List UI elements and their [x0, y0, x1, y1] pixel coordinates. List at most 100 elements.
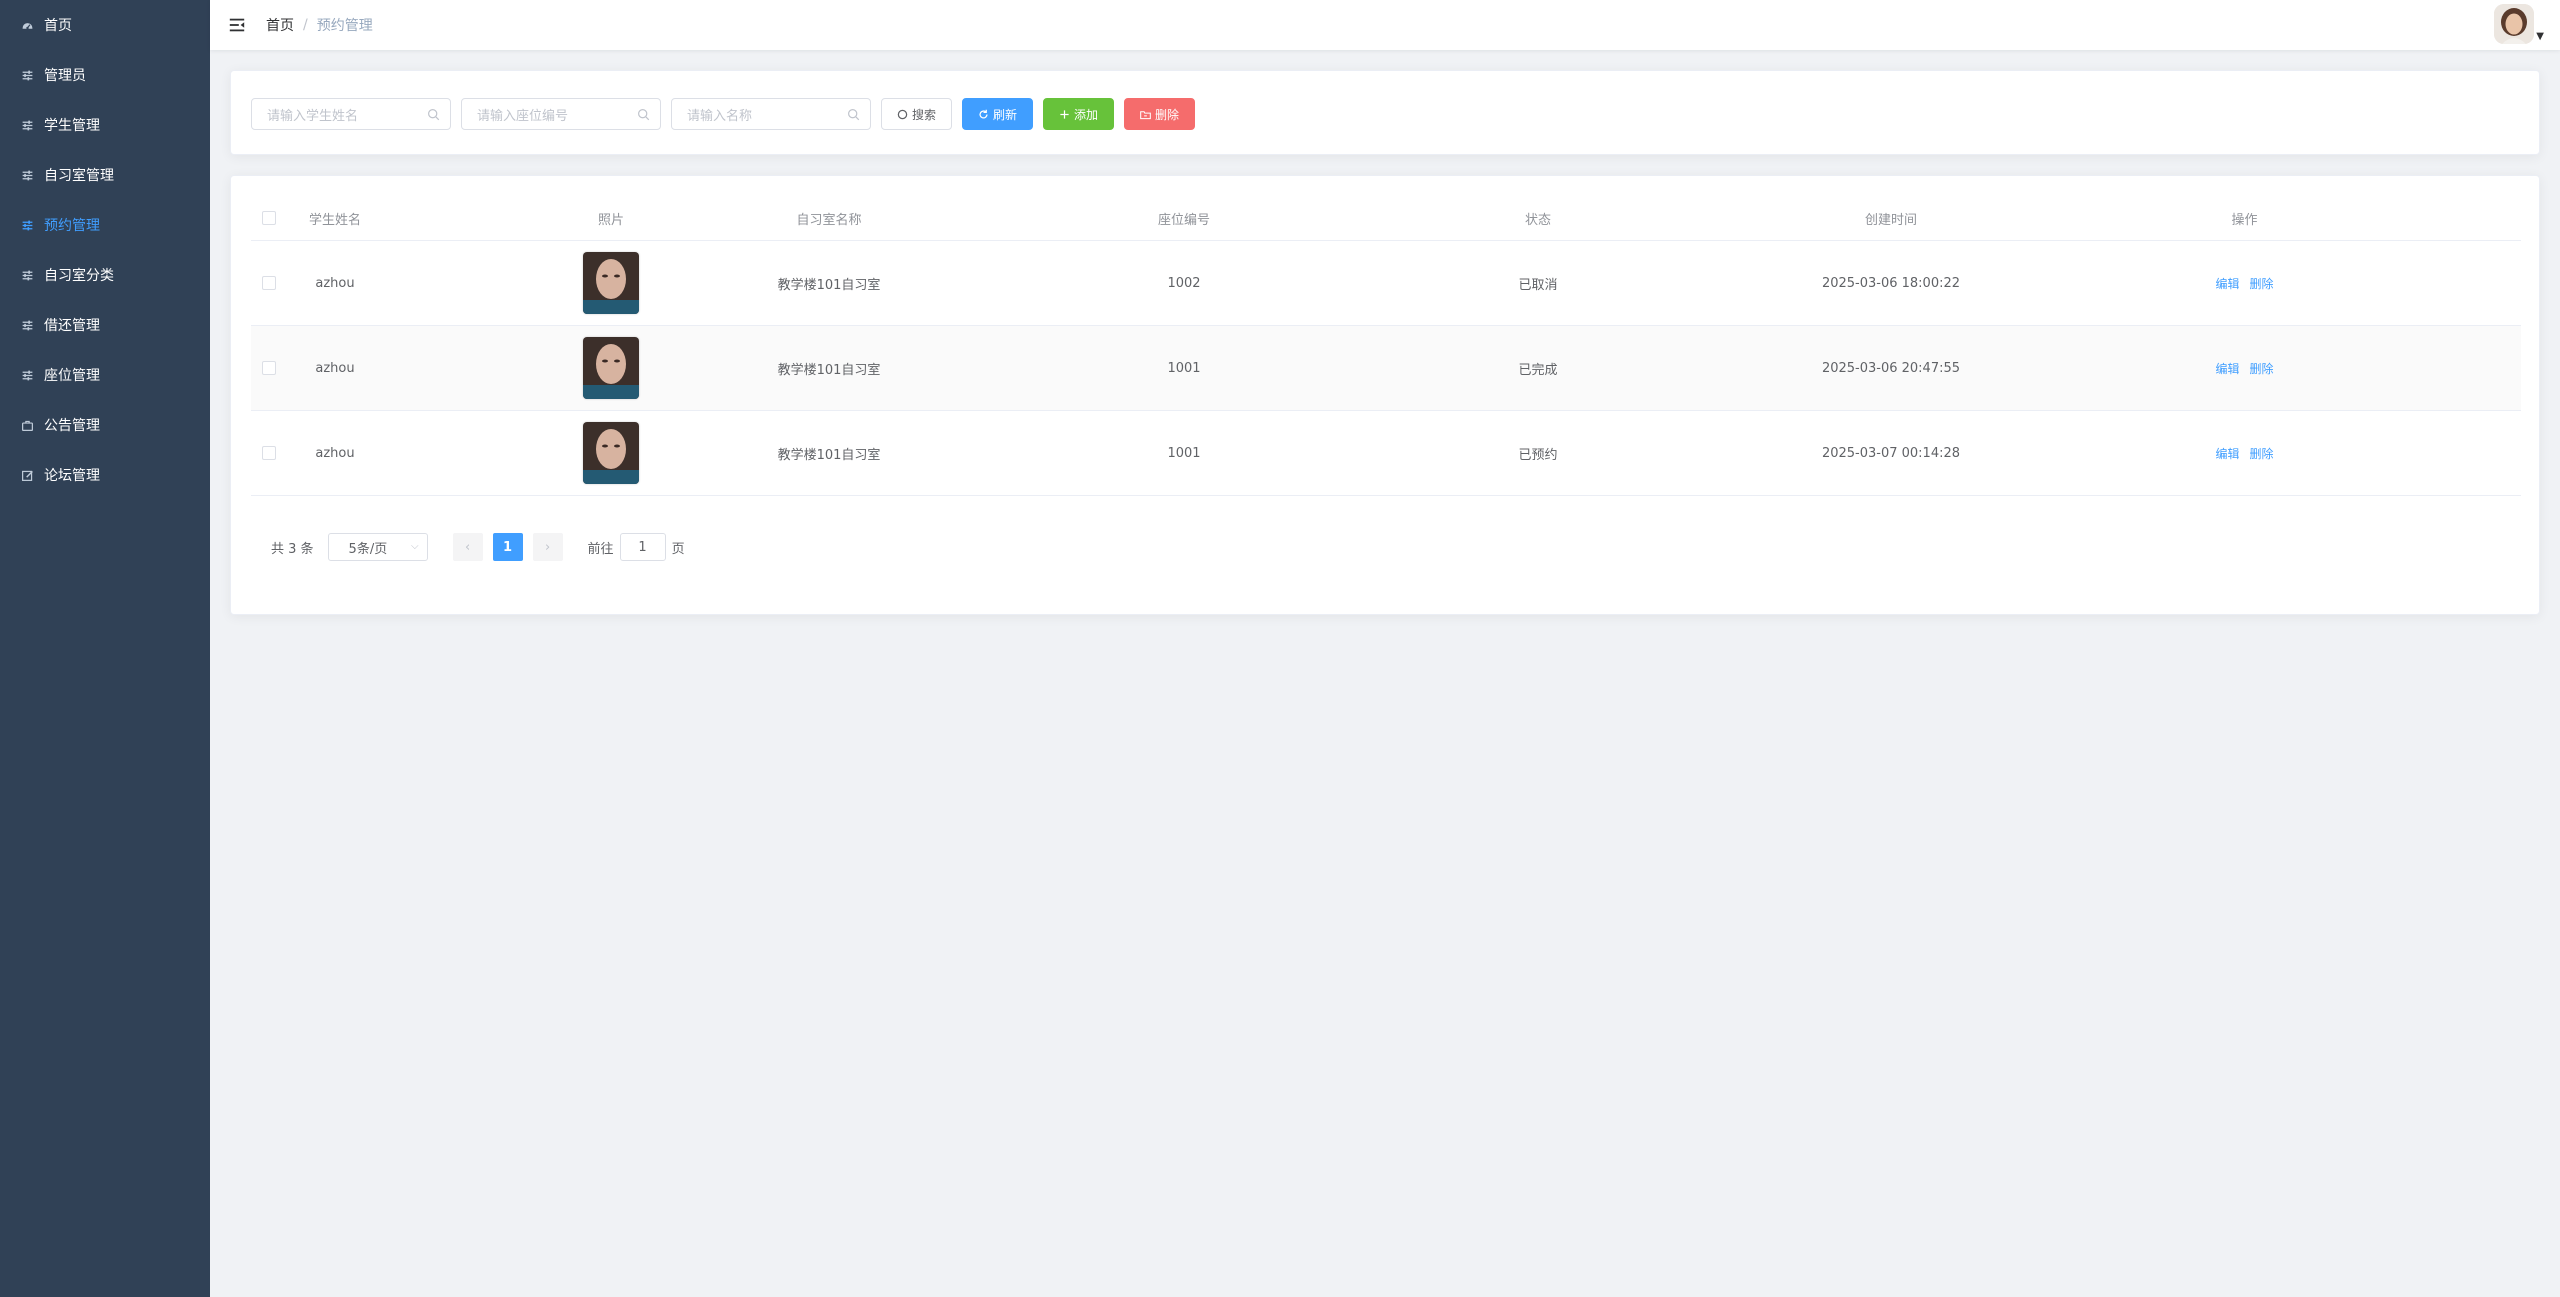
next-page-button[interactable]: › — [532, 533, 563, 561]
goto-page-input[interactable]: 1 — [619, 533, 666, 561]
breadcrumb-current: 预约管理 — [316, 18, 373, 34]
study-room-cell: 教学楼101自习室 — [777, 362, 881, 378]
name-search-input[interactable]: 请输入名称 — [671, 98, 871, 130]
prev-page-button[interactable]: ‹ — [452, 533, 483, 561]
chevron-down-icon: ⌵ — [410, 541, 419, 552]
table-row: azhou 教学楼101自习室 1001 已完成 2025-03-06 20:4… — [251, 326, 2521, 411]
sidebar-item-label: 座位管理 — [44, 368, 100, 384]
sliders-icon — [20, 368, 34, 382]
delete-link[interactable]: 删除 — [2250, 360, 2274, 377]
sidebar-item-label: 借还管理 — [44, 318, 100, 334]
created-time-cell: 2025-03-06 18:00:22 — [1821, 275, 1961, 291]
breadcrumb-home[interactable]: 首页 — [266, 15, 294, 35]
sliders-icon — [20, 318, 34, 332]
column-header: 创建时间 — [1864, 212, 1917, 228]
page-size-select[interactable]: 5条/页 ⌵ — [327, 533, 428, 561]
student-photo — [583, 422, 639, 484]
page-number-button[interactable]: 1 — [492, 533, 523, 561]
edit-link[interactable]: 编辑 — [2215, 275, 2239, 292]
dashboard-icon — [20, 18, 34, 32]
seat-number-cell: 1002 — [1167, 275, 1201, 291]
table-row: azhou 教学楼101自习室 1002 已取消 2025-03-06 18:0… — [251, 241, 2521, 326]
jumper-suffix: 页 — [671, 541, 685, 557]
seat-number-search-input[interactable]: 请输入座位编号 — [461, 98, 661, 130]
sliders-icon — [20, 168, 34, 182]
edit-link[interactable]: 编辑 — [2215, 360, 2239, 377]
pagination: 共 3 条 5条/页 ⌵ ‹ 1 › 前往 1 页 — [271, 533, 685, 561]
sidebar-item-label: 管理员 — [44, 68, 86, 84]
pagination-total: 共 3 条 — [271, 541, 314, 557]
breadcrumb: 首页 / 预约管理 — [266, 15, 373, 35]
student-name-search-input[interactable]: 请输入学生姓名 — [251, 98, 451, 130]
column-header: 学生姓名 — [308, 212, 361, 228]
sliders-icon — [20, 268, 34, 282]
briefcase-icon — [20, 418, 34, 432]
sliders-icon — [20, 118, 34, 132]
plus-icon — [1060, 109, 1069, 119]
sliders-icon — [20, 68, 34, 82]
folder-delete-icon — [1140, 110, 1151, 119]
sidebar-item-home[interactable]: 首页 — [0, 0, 210, 50]
column-header: 操作 — [2231, 212, 2258, 228]
status-cell: 已完成 — [1518, 362, 1558, 378]
created-time-cell: 2025-03-07 00:14:28 — [1821, 445, 1961, 461]
refresh-button[interactable]: 刷新 — [962, 98, 1034, 130]
student-name-cell: azhou — [315, 360, 355, 376]
jumper-prefix: 前往 — [587, 541, 614, 557]
sidebar-item-borrow-return[interactable]: 借还管理 — [0, 300, 210, 350]
edit-link[interactable]: 编辑 — [2215, 445, 2239, 462]
sliders-icon — [20, 218, 34, 232]
search-icon — [897, 109, 908, 119]
search-icon — [848, 108, 860, 120]
column-header: 照片 — [597, 212, 624, 228]
chevron-left-icon: ‹ — [464, 539, 471, 555]
avatar[interactable] — [2494, 4, 2535, 44]
column-header: 状态 — [1524, 212, 1551, 228]
created-time-cell: 2025-03-06 20:47:55 — [1821, 360, 1961, 376]
student-photo — [583, 337, 639, 399]
sidebar: 首页 管理员 学生管理 自习室管理 预约管理 自习室分类 借还管理 座位管理 公… — [0, 0, 210, 1297]
search-icon — [638, 108, 650, 120]
sidebar-item-admins[interactable]: 管理员 — [0, 50, 210, 100]
sidebar-item-students[interactable]: 学生管理 — [0, 100, 210, 150]
search-icon — [428, 108, 440, 120]
caret-down-icon: ▼ — [2536, 31, 2544, 42]
column-header: 自习室名称 — [796, 212, 862, 228]
sidebar-item-label: 预约管理 — [44, 218, 100, 234]
reservation-table: 学生姓名 照片 自习室名称 座位编号 状态 创建时间 操作 azhou 教学楼1… — [251, 196, 2521, 496]
sidebar-item-label: 首页 — [44, 18, 72, 34]
seat-number-cell: 1001 — [1167, 360, 1201, 376]
table-header: 学生姓名 照片 自习室名称 座位编号 状态 创建时间 操作 — [251, 196, 2521, 241]
sidebar-item-announcements[interactable]: 公告管理 — [0, 400, 210, 450]
table-row: azhou 教学楼101自习室 1001 已预约 2025-03-07 00:1… — [251, 411, 2521, 496]
student-photo — [583, 252, 639, 314]
refresh-icon — [979, 109, 988, 119]
student-name-cell: azhou — [315, 445, 355, 461]
sidebar-item-study-rooms[interactable]: 自习室管理 — [0, 150, 210, 200]
chevron-right-icon: › — [544, 539, 551, 555]
sidebar-item-label: 论坛管理 — [44, 468, 100, 484]
seat-number-cell: 1001 — [1167, 445, 1201, 461]
add-button[interactable]: 添加 — [1043, 98, 1115, 130]
sidebar-item-label: 学生管理 — [44, 118, 100, 134]
column-header: 座位编号 — [1157, 212, 1210, 228]
sidebar-item-label: 自习室管理 — [44, 168, 114, 184]
student-name-cell: azhou — [315, 275, 355, 291]
user-avatar-dropdown[interactable]: ▼ — [2494, 4, 2544, 44]
delete-link[interactable]: 删除 — [2250, 275, 2274, 292]
study-room-cell: 教学楼101自习室 — [777, 447, 881, 463]
breadcrumb-separator: / — [303, 17, 308, 33]
study-room-cell: 教学楼101自习室 — [777, 277, 881, 293]
sidebar-item-label: 公告管理 — [44, 418, 100, 434]
top-navbar: 首页 / 预约管理 ▼ — [210, 0, 2560, 50]
delete-link[interactable]: 删除 — [2250, 445, 2274, 462]
search-panel: 请输入学生姓名 请输入座位编号 请输入名称 搜索 刷新 添加 删除 — [230, 70, 2540, 155]
search-button[interactable]: 搜索 — [881, 98, 953, 130]
table-panel: 学生姓名 照片 自习室名称 座位编号 状态 创建时间 操作 azhou 教学楼1… — [230, 175, 2540, 615]
status-cell: 已取消 — [1518, 277, 1558, 293]
hamburger-icon[interactable] — [226, 14, 248, 36]
page-jumper: 前往 1 页 — [588, 533, 685, 561]
batch-delete-button[interactable]: 删除 — [1124, 98, 1196, 130]
status-cell: 已预约 — [1518, 447, 1558, 463]
edit-icon — [20, 468, 34, 482]
